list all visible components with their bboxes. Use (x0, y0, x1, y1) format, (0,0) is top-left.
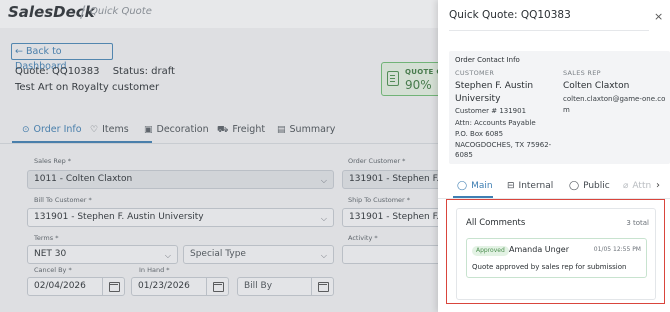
sales-rep-email[interactable]: colten.claxton@game-one.com (563, 94, 667, 115)
lock-icon: ⊟ (507, 181, 515, 191)
comments-count: 3 total (626, 219, 649, 227)
tab-attachments[interactable]: ⌀ Attn (623, 181, 653, 191)
address-line: P.O. Box 6085 (455, 130, 504, 138)
customer-number: Customer # 131901 (455, 107, 527, 115)
tab-public[interactable]: ◯ Public (569, 181, 610, 191)
close-icon[interactable]: × (654, 10, 663, 23)
paperclip-icon: ⌀ (623, 181, 629, 191)
address-line: Attn: Accounts Payable (455, 119, 536, 127)
comment-timestamp: 01/05 12:55 PM (593, 246, 641, 253)
comment-text: Quote approved by sales rep for submissi… (472, 263, 627, 271)
customer-label: CUSTOMER (455, 69, 495, 77)
comment-author: Amanda Unger (509, 245, 569, 254)
all-comments-card: All Comments 3 total Approved Amanda Ung… (456, 208, 656, 300)
panel-title-divider (449, 30, 649, 31)
contact-heading: Order Contact Info (455, 56, 520, 64)
quick-quote-panel: Quick Quote: QQ10383 × Order Contact Inf… (438, 0, 670, 312)
panel-title: Quick Quote: QQ10383 (449, 9, 571, 21)
customer-name: Stephen F. Austin University (455, 81, 534, 104)
status-badge: Approved (472, 246, 509, 256)
tab-label: Internal (518, 181, 554, 191)
tab-main[interactable]: ◯ Main (457, 181, 493, 191)
chevron-right-icon[interactable]: › (656, 180, 660, 191)
address-line: 6085 (455, 151, 473, 159)
modal-backdrop[interactable] (0, 0, 438, 312)
sales-rep-name: Colten Claxton (563, 81, 630, 91)
tab-label: Public (583, 181, 610, 191)
sales-rep-heading: SALES REP (563, 69, 601, 77)
comment-tabs: ◯ Main ⊟ Internal ◯ Public ⌀ Attn (438, 178, 670, 198)
chat-icon: ◯ (569, 181, 580, 191)
chat-icon: ◯ (457, 181, 468, 191)
comments-title: All Comments (466, 218, 526, 228)
tab-internal[interactable]: ⊟ Internal (507, 181, 553, 191)
address-line: NACOGDOCHES, TX 75962- (455, 141, 552, 149)
comment-item[interactable]: Approved Amanda Unger 01/05 12:55 PM Quo… (466, 238, 647, 278)
order-contact-card: Order Contact Info CUSTOMER Stephen F. A… (449, 51, 670, 164)
tab-label: Attn (632, 181, 652, 191)
tab-label: Main (471, 181, 493, 191)
